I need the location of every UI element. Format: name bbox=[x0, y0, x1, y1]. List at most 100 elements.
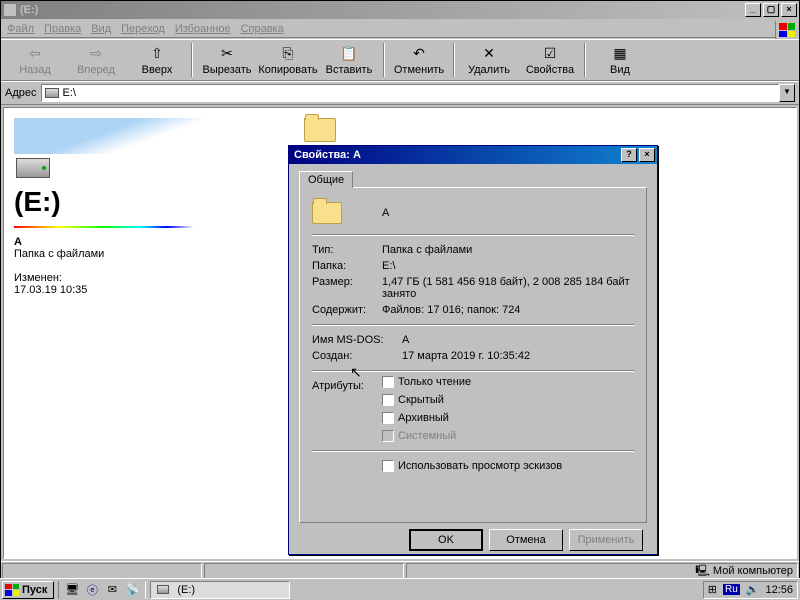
paste-button[interactable]: 📋Вставить bbox=[319, 41, 379, 79]
contains-label: Содержит: bbox=[312, 304, 382, 316]
status-bar: 🖳 Мой компьютер bbox=[1, 561, 799, 579]
attr-readonly[interactable]: Только чтение bbox=[382, 376, 502, 388]
status-cell bbox=[204, 563, 404, 579]
menu-fav[interactable]: Избранное bbox=[175, 23, 231, 35]
dialog-help-button[interactable]: ? bbox=[621, 148, 637, 162]
drive-icon bbox=[3, 3, 17, 17]
windows-logo-icon bbox=[775, 21, 797, 39]
ok-button[interactable]: OK bbox=[409, 529, 483, 551]
back-button[interactable]: ⇦Назад bbox=[5, 41, 65, 79]
menu-help[interactable]: Справка bbox=[241, 23, 284, 35]
address-dropdown[interactable]: ▼ bbox=[779, 84, 795, 102]
address-input[interactable]: E:\ bbox=[41, 84, 780, 102]
address-label: Адрес bbox=[5, 87, 37, 99]
ql-outlook-icon[interactable]: ✉ bbox=[103, 581, 121, 599]
windows-logo-icon bbox=[5, 584, 19, 596]
paste-icon: 📋 bbox=[340, 44, 358, 62]
ql-channels-icon[interactable]: 📡 bbox=[123, 581, 141, 599]
close-button[interactable]: × bbox=[781, 3, 797, 17]
properties-dialog: Свойства: A ? × Общие A Тип:Папка с файл… bbox=[288, 145, 658, 555]
apply-button[interactable]: Применить bbox=[569, 529, 643, 551]
created-label: Создан: bbox=[312, 350, 382, 362]
tab-general[interactable]: Общие bbox=[299, 171, 353, 188]
menu-go[interactable]: Переход bbox=[121, 23, 165, 35]
undo-button[interactable]: ↶Отменить bbox=[389, 41, 449, 79]
menu-edit[interactable]: Правка bbox=[44, 23, 81, 35]
scissors-icon: ✂ bbox=[218, 44, 236, 62]
delete-icon: ✕ bbox=[480, 44, 498, 62]
attributes-label: Атрибуты: bbox=[312, 380, 382, 392]
banner bbox=[14, 118, 242, 154]
type-value: Папка с файлами bbox=[382, 244, 634, 256]
location-label: Папка: bbox=[312, 260, 382, 272]
taskbar: Пуск 🖥 ⓔ ✉ 📡 (E:) ⊞ Ru 🔊 12:56 bbox=[0, 578, 800, 600]
forward-arrow-icon: ⇨ bbox=[87, 44, 105, 62]
folder-icon bbox=[304, 118, 336, 142]
copy-button[interactable]: ⎘Копировать bbox=[258, 41, 318, 79]
language-indicator[interactable]: Ru bbox=[723, 584, 740, 595]
folder-icon bbox=[312, 202, 342, 224]
system-tray: ⊞ Ru 🔊 12:56 bbox=[703, 581, 798, 599]
copy-icon: ⎘ bbox=[279, 44, 297, 62]
menu-file[interactable]: Файл bbox=[7, 23, 34, 35]
drive-label: (E:) bbox=[14, 186, 242, 218]
item-name: A bbox=[382, 207, 389, 219]
contains-value: Файлов: 17 016; папок: 724 bbox=[382, 304, 634, 316]
info-pane: (E:) A Папка с файлами Изменен: 17.03.19… bbox=[4, 108, 252, 558]
dosname-label: Имя MS-DOS: bbox=[312, 334, 402, 346]
attr-archive[interactable]: Архивный bbox=[382, 412, 502, 424]
delete-button[interactable]: ✕Удалить bbox=[459, 41, 519, 79]
tab-panel: A Тип:Папка с файлами Папка:E:\ Размер:1… bbox=[299, 187, 647, 523]
dialog-close-button[interactable]: × bbox=[639, 148, 655, 162]
tray-icon[interactable]: ⊞ bbox=[708, 583, 717, 596]
start-button[interactable]: Пуск bbox=[2, 581, 54, 599]
back-arrow-icon: ⇦ bbox=[26, 44, 44, 62]
modified-label: Изменен: bbox=[14, 272, 242, 284]
ql-ie-icon[interactable]: ⓔ bbox=[83, 581, 101, 599]
up-button[interactable]: ⇧Вверх bbox=[127, 41, 187, 79]
dialog-title-bar[interactable]: Свойства: A ? × bbox=[289, 146, 657, 164]
attr-system: Системный bbox=[382, 430, 502, 442]
dosname-value: A bbox=[402, 334, 634, 346]
status-cell bbox=[2, 563, 202, 579]
tray-volume-icon[interactable]: 🔊 bbox=[746, 583, 760, 596]
view-button[interactable]: ▦Вид bbox=[590, 41, 650, 79]
modified-value: 17.03.19 10:35 bbox=[14, 284, 242, 296]
clock[interactable]: 12:56 bbox=[765, 584, 793, 596]
status-location: 🖳 Мой компьютер bbox=[406, 563, 798, 579]
attr-thumbnails[interactable]: Использовать просмотр эскизов bbox=[312, 460, 634, 472]
title-bar[interactable]: (E:) _ ▢ × bbox=[1, 1, 799, 19]
toolbar: ⇦Назад ⇨Вперед ⇧Вверх ✂Вырезать ⎘Копиров… bbox=[1, 39, 799, 81]
type-label: Тип: bbox=[312, 244, 382, 256]
ql-desktop-icon[interactable]: 🖥 bbox=[63, 581, 81, 599]
selected-name: A bbox=[14, 236, 242, 248]
cut-button[interactable]: ✂Вырезать bbox=[197, 41, 257, 79]
forward-button[interactable]: ⇨Вперед bbox=[66, 41, 126, 79]
folder-item[interactable] bbox=[304, 118, 336, 142]
drive-big-icon bbox=[16, 158, 50, 178]
created-value: 17 марта 2019 г. 10:35:42 bbox=[382, 350, 634, 362]
divider bbox=[14, 226, 194, 228]
up-arrow-icon: ⇧ bbox=[148, 44, 166, 62]
menu-view[interactable]: Вид bbox=[91, 23, 111, 35]
taskbar-item[interactable]: (E:) bbox=[150, 581, 290, 599]
quick-launch: 🖥 ⓔ ✉ 📡 bbox=[58, 581, 146, 599]
dialog-title: Свойства: A bbox=[291, 149, 619, 161]
address-bar: Адрес E:\ ▼ bbox=[1, 81, 799, 105]
undo-icon: ↶ bbox=[410, 44, 428, 62]
window-title: (E:) bbox=[20, 4, 743, 16]
properties-icon: ☑ bbox=[541, 44, 559, 62]
menu-bar: Файл Правка Вид Переход Избранное Справк… bbox=[1, 21, 775, 38]
drive-icon bbox=[157, 585, 169, 594]
drive-icon bbox=[45, 88, 59, 98]
location-value: E:\ bbox=[382, 260, 634, 272]
cancel-button[interactable]: Отмена bbox=[489, 529, 563, 551]
attr-hidden[interactable]: Скрытый bbox=[382, 394, 502, 406]
properties-button[interactable]: ☑Свойства bbox=[520, 41, 580, 79]
maximize-button[interactable]: ▢ bbox=[763, 3, 779, 17]
size-value: 1,47 ГБ (1 581 456 918 байт), 2 008 285 … bbox=[382, 276, 634, 300]
minimize-button[interactable]: _ bbox=[745, 3, 761, 17]
size-label: Размер: bbox=[312, 276, 382, 300]
selected-type: Папка с файлами bbox=[14, 248, 242, 260]
view-icon: ▦ bbox=[611, 44, 629, 62]
